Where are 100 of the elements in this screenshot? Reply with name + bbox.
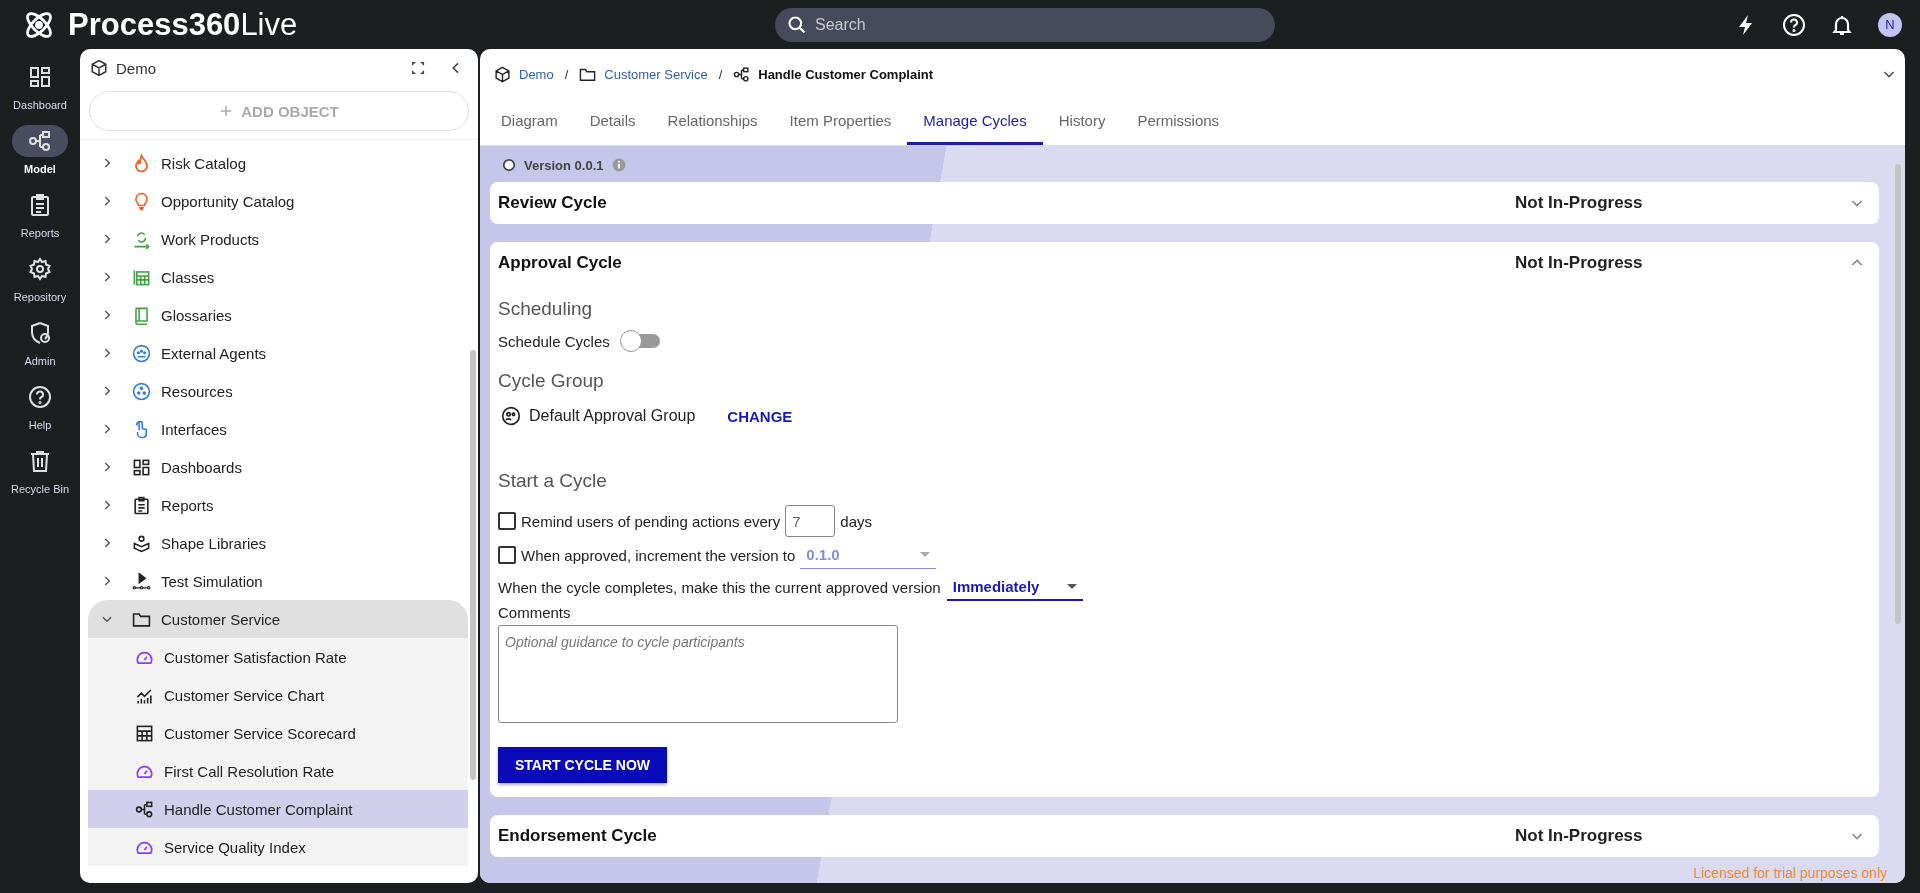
breadcrumb-current: Handle Customer Complaint xyxy=(758,66,934,82)
tab[interactable]: Item Properties xyxy=(773,99,908,145)
book-icon xyxy=(132,305,151,325)
nav-item[interactable]: Recycle Bin xyxy=(10,445,70,500)
nav-item[interactable]: Repository xyxy=(12,253,68,308)
tree-item[interactable]: Shape Libraries xyxy=(88,524,468,562)
dashboard-icon xyxy=(28,65,52,89)
app-name: Process360Live xyxy=(68,6,298,43)
checkbox[interactable] xyxy=(498,512,516,530)
cube-icon xyxy=(90,59,108,77)
tree-item[interactable]: Risk Catalog xyxy=(88,144,468,182)
user-avatar[interactable]: N xyxy=(1878,12,1902,37)
grid-table-icon xyxy=(135,723,154,743)
toggle-label: Schedule Cycles xyxy=(498,332,610,350)
tree-item[interactable]: Glossaries xyxy=(88,296,468,334)
dashboard-icon xyxy=(132,457,151,477)
cycle-title: Approval Cycle xyxy=(498,253,623,273)
clipboard-icon xyxy=(28,193,52,217)
cube-icon xyxy=(494,65,511,83)
breadcrumb-separator: / xyxy=(564,66,569,82)
timing-dropdown[interactable]: Immediately xyxy=(946,573,1083,601)
flame-icon xyxy=(132,153,151,173)
clipboard-icon xyxy=(132,495,151,515)
search-icon xyxy=(787,14,807,35)
nav-item[interactable]: Help xyxy=(12,381,68,436)
tab[interactable]: Permissions xyxy=(1121,99,1236,145)
help-icon xyxy=(28,385,52,409)
cycle-status: Not In-Progress xyxy=(1515,253,1644,273)
table-stack-icon xyxy=(132,267,151,287)
info-icon[interactable] xyxy=(611,158,626,172)
nav-label: Repository xyxy=(13,291,67,303)
map-pin-book-icon xyxy=(132,533,151,553)
recycle-arrow-icon xyxy=(132,229,151,249)
settings-icon xyxy=(28,257,52,281)
tree-item[interactable]: Dashboards xyxy=(88,448,468,486)
tree-item[interactable]: Classes xyxy=(88,258,468,296)
tab[interactable]: Details xyxy=(573,99,652,145)
checkbox[interactable] xyxy=(498,546,516,564)
cycle-status: Not In-Progress xyxy=(1515,826,1644,846)
nav-label: Reports xyxy=(20,227,60,239)
caret-icon xyxy=(920,552,931,557)
tree-item[interactable]: Customer Satisfaction Rate xyxy=(88,638,468,676)
cycle-status: Not In-Progress xyxy=(1515,193,1644,213)
trash-icon xyxy=(28,449,52,473)
nav-item[interactable]: Dashboard xyxy=(12,61,68,116)
tree-item[interactable]: Interfaces xyxy=(88,410,468,448)
cycle-title: Review Cycle xyxy=(498,193,608,213)
tree-item[interactable]: Work Products xyxy=(88,220,468,258)
nav-label: Dashboard xyxy=(13,99,67,111)
start-cycle-button[interactable]: START CYCLE NOW xyxy=(498,747,668,783)
scrollbar-thumb[interactable] xyxy=(470,350,476,780)
breadcrumb-link[interactable]: Customer Service xyxy=(604,66,708,82)
nav-item[interactable]: Reports xyxy=(12,189,68,244)
tree-item[interactable]: First Call Resolution Rate xyxy=(88,752,468,790)
section-heading: Scheduling xyxy=(498,298,594,320)
panel-title: Demo xyxy=(116,59,156,77)
expand-icon[interactable] xyxy=(410,60,426,76)
tree-item[interactable]: Service Quality Index xyxy=(88,828,468,866)
checkbox-label: Remind users of pending actions every xyxy=(521,512,781,530)
process-flow-icon xyxy=(135,799,154,819)
nav-label: Admin xyxy=(24,355,56,367)
cycle-title: Endorsement Cycle xyxy=(498,826,658,846)
tab[interactable]: Relationships xyxy=(651,99,774,145)
tree-item[interactable]: Handle Customer Complaint xyxy=(88,790,468,828)
nav-item[interactable]: Admin xyxy=(12,317,68,372)
process-flow-icon xyxy=(733,65,751,83)
process-flow-icon xyxy=(28,129,52,153)
comments-field[interactable]: Optional guidance to cycle participants xyxy=(498,625,898,723)
scrollbar-thumb[interactable] xyxy=(1895,164,1901,624)
help-icon[interactable] xyxy=(1782,12,1806,37)
tree-item[interactable]: Customer Service Scorecard xyxy=(88,714,468,752)
tab[interactable]: History xyxy=(1042,99,1122,145)
section-heading: Cycle Group xyxy=(498,370,605,392)
tree-item[interactable]: Opportunity Catalog xyxy=(88,182,468,220)
change-link[interactable]: CHANGE xyxy=(727,407,793,425)
nav-label: Recycle Bin xyxy=(10,483,70,495)
lightbulb-icon xyxy=(132,191,151,211)
comments-label: Comments xyxy=(498,604,572,621)
checkbox-label: When approved, increment the version to xyxy=(521,546,796,564)
shield-user-icon xyxy=(28,321,52,345)
dots-circle-icon xyxy=(132,381,151,401)
version-label: Version 0.0.1 xyxy=(524,157,604,173)
tree-item[interactable]: Customer Service xyxy=(88,600,468,638)
tree-item[interactable]: Resources xyxy=(88,372,468,410)
tree-item[interactable]: Reports xyxy=(88,486,468,524)
tab[interactable]: Diagram xyxy=(485,99,574,145)
license-notice: Licensed for trial purposes only xyxy=(1693,865,1887,881)
section-heading: Start a Cycle xyxy=(498,470,608,492)
tree-item[interactable]: Customer Service Chart xyxy=(88,676,468,714)
plus-icon xyxy=(219,104,234,118)
nav-label: Model xyxy=(24,163,56,175)
breadcrumb-separator: / xyxy=(718,66,723,82)
days-input-field[interactable]: 7 xyxy=(785,505,836,537)
breadcrumb-link[interactable]: Demo xyxy=(519,66,554,82)
field-label: When the cycle completes, make this the current approved version xyxy=(498,578,941,596)
nav-label: Help xyxy=(28,419,52,431)
tree-item[interactable]: External Agents xyxy=(88,334,468,372)
tree-item[interactable]: Test Simulation xyxy=(88,562,468,600)
people-circle-icon xyxy=(132,343,151,363)
search-field[interactable]: Search xyxy=(775,7,1275,42)
